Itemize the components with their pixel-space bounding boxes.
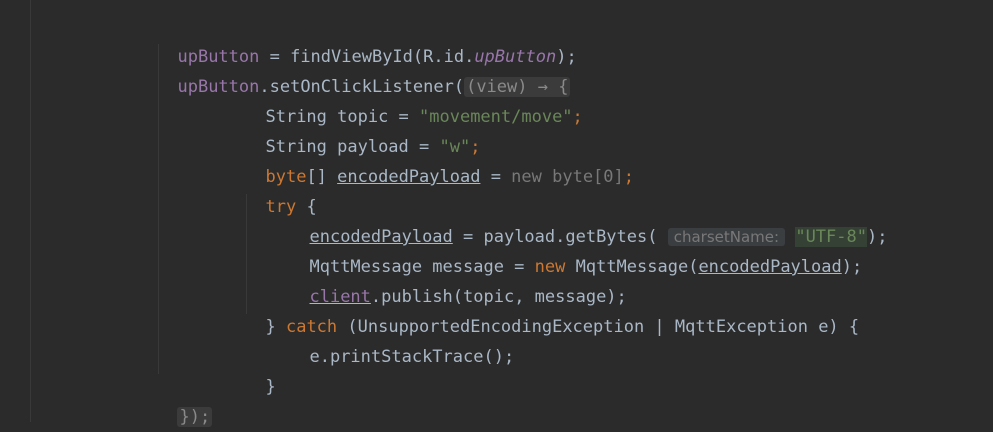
code-text: ); [866,227,888,247]
code-line[interactable]: }); [157,372,213,427]
indent-guide [30,0,31,422]
code-editor[interactable]: { "l1": {"a":"upButton","b":" = findView… [0,0,993,427]
lambda-fold[interactable]: }); [177,407,213,427]
code-line[interactable]: String payload = "w"; [245,102,480,157]
variable: encodedPayload [698,257,842,277]
code-line[interactable]: } catch (UnsupportedEncodingException | … [245,282,859,337]
semicolon: ; [623,167,635,187]
semicolon: ; [572,107,583,127]
code-line[interactable]: } [245,342,275,397]
redundant-init: new byte[0] [511,167,624,187]
code-line[interactable]: encodedPayload = payload.getBytes( chars… [289,192,887,247]
code-line[interactable]: try { [245,162,316,217]
code-line[interactable]: byte[] encodedPayload = new byte[0]; [245,132,634,187]
code-text: ); [841,257,863,277]
code-text: } [265,317,286,337]
code-text: = [480,167,512,187]
variable: encodedPayload [337,167,481,187]
code-line[interactable]: client.publish(topic, message); [289,252,626,307]
code-text: e.printStackTrace(); [309,347,515,367]
code-line[interactable]: e.printStackTrace(); [289,312,514,367]
code-text: } [265,377,276,397]
code-line[interactable]: upButton = findViewById(R.id.upButton); [157,12,576,67]
code-line[interactable]: upButton.setOnClickListener((view) → { [157,42,571,97]
code-line[interactable]: String topic = "movement/move"; [245,72,582,127]
code-line[interactable]: MqttMessage message = new MqttMessage(en… [289,222,862,277]
